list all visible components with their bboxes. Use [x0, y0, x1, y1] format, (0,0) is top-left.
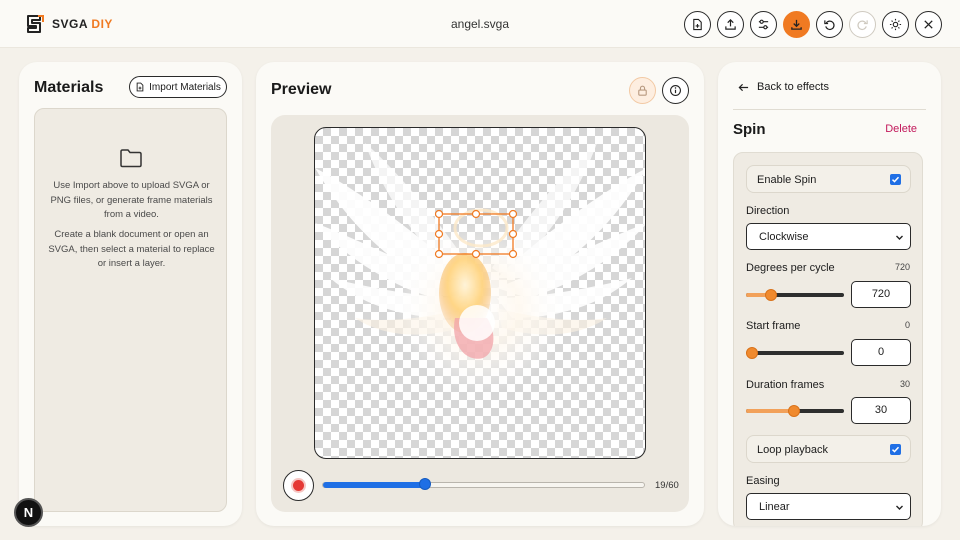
preview-panel: Preview 19/60 — [256, 62, 704, 526]
loop-playback-row[interactable]: Loop playback — [746, 435, 911, 463]
materials-title: Materials — [34, 79, 104, 96]
frame-counter: 19/60 — [655, 480, 679, 491]
effect-settings: Enable Spin Direction Clockwise Degrees … — [733, 152, 923, 526]
preview-stage: 19/60 — [271, 115, 689, 512]
upload-button[interactable] — [717, 11, 744, 38]
enable-spin-checkbox[interactable] — [890, 174, 901, 185]
top-bar: SVGA DIY angel.svga — [0, 0, 960, 48]
chevron-down-icon — [896, 235, 903, 240]
chevron-down-icon — [896, 505, 903, 510]
effect-title: Spin — [733, 121, 766, 138]
duration-readout: 30 — [899, 379, 910, 389]
materials-empty-text-2: Create a blank document or open an SVGA,… — [48, 229, 215, 269]
lock-toggle-button[interactable] — [629, 77, 656, 104]
delete-effect-button[interactable]: Delete — [885, 123, 917, 135]
download-icon — [791, 19, 802, 30]
start-frame-label: Start frame — [746, 320, 801, 332]
close-button[interactable] — [915, 11, 942, 38]
close-icon — [924, 20, 933, 29]
start-frame-slider-handle[interactable] — [746, 347, 758, 359]
degrees-slider-handle[interactable] — [765, 289, 777, 301]
start-frame-input[interactable]: 0 — [851, 339, 911, 366]
file-plus-icon — [693, 18, 702, 31]
materials-dropzone[interactable]: Use Import above to upload SVGA or PNG f… — [34, 108, 227, 512]
arrow-left-icon — [738, 83, 749, 91]
direction-value: Clockwise — [759, 231, 809, 243]
back-to-effects-label: Back to effects — [757, 81, 829, 93]
preview-title: Preview — [271, 81, 332, 98]
timeline-progress — [323, 482, 425, 488]
info-button[interactable] — [662, 77, 689, 104]
download-button[interactable] — [783, 11, 810, 38]
check-icon — [891, 446, 900, 453]
import-materials-label: Import Materials — [149, 81, 221, 93]
redo-button[interactable] — [849, 11, 876, 38]
duration-slider-handle[interactable] — [788, 405, 800, 417]
timeline-handle[interactable] — [419, 478, 431, 490]
duration-slider[interactable] — [746, 405, 844, 417]
record-button[interactable] — [283, 470, 314, 501]
enable-spin-row[interactable]: Enable Spin — [746, 165, 911, 193]
degrees-label: Degrees per cycle — [746, 262, 835, 274]
degrees-readout: 720 — [894, 262, 910, 272]
undo-button[interactable] — [816, 11, 843, 38]
duration-slider-fill — [746, 409, 794, 413]
enable-spin-label: Enable Spin — [757, 174, 817, 186]
lock-icon — [638, 85, 647, 96]
folder-icon — [120, 149, 142, 168]
duration-label: Duration frames — [746, 379, 825, 391]
easing-select[interactable]: Linear — [746, 493, 911, 520]
redo-icon — [857, 20, 868, 31]
undo-icon — [824, 20, 835, 31]
loop-playback-label: Loop playback — [757, 444, 828, 456]
loop-playback-checkbox[interactable] — [890, 444, 901, 455]
logo-text: SVGA DIY — [52, 17, 113, 31]
sliders-icon — [758, 19, 769, 30]
info-icon — [670, 85, 681, 96]
dev-tools-badge[interactable]: N — [14, 498, 43, 527]
timeline-slider[interactable] — [322, 478, 645, 490]
sun-icon — [889, 18, 902, 31]
degrees-input[interactable]: 720 — [851, 281, 911, 308]
new-file-button[interactable] — [684, 11, 711, 38]
app-logo[interactable]: SVGA DIY — [24, 13, 113, 35]
divider — [733, 109, 926, 110]
back-to-effects-link[interactable]: Back to effects — [738, 81, 829, 93]
record-dot-icon — [293, 480, 304, 491]
preview-canvas[interactable] — [314, 127, 646, 459]
logo-mark-icon — [27, 15, 44, 33]
easing-value: Linear — [759, 501, 790, 513]
materials-empty-text-1: Use Import above to upload SVGA or PNG f… — [50, 180, 213, 220]
file-plus-icon — [136, 82, 144, 92]
start-frame-readout: 0 — [904, 320, 910, 330]
direction-select[interactable]: Clockwise — [746, 223, 911, 250]
angel-animation-frame — [315, 143, 645, 393]
direction-label: Direction — [746, 205, 790, 217]
easing-label: Easing — [746, 475, 780, 487]
settings-sliders-button[interactable] — [750, 11, 777, 38]
upload-icon — [725, 19, 736, 30]
materials-panel: Materials Import Materials Use Import ab… — [19, 62, 242, 526]
start-frame-slider[interactable] — [746, 347, 844, 359]
import-materials-button[interactable]: Import Materials — [129, 76, 227, 98]
check-icon — [891, 176, 900, 183]
degrees-slider[interactable] — [746, 289, 844, 301]
duration-input[interactable]: 30 — [851, 397, 911, 424]
effects-panel: Back to effects Spin Delete Enable Spin … — [718, 62, 941, 526]
theme-toggle-button[interactable] — [882, 11, 909, 38]
